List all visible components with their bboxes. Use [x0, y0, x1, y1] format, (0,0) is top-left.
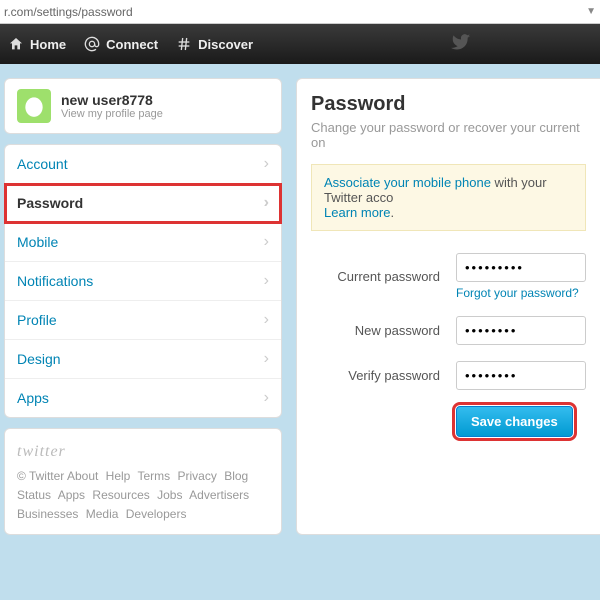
- nav-home-label: Home: [30, 37, 66, 52]
- current-password-row: Current password Forgot your password?: [311, 253, 586, 300]
- footer-link[interactable]: Help: [106, 469, 131, 483]
- verify-password-row: Verify password: [311, 361, 586, 390]
- forgot-password-link[interactable]: Forgot your password?: [456, 286, 586, 300]
- page-title: Password: [311, 93, 586, 116]
- footer-link[interactable]: Blog: [224, 469, 248, 483]
- sidebar-item-label: Notifications: [17, 273, 93, 289]
- sidebar-item-design[interactable]: Design ›: [5, 340, 281, 379]
- chevron-right-icon: ›: [264, 233, 269, 251]
- nav-connect-label: Connect: [106, 37, 158, 52]
- chevron-right-icon: ›: [264, 311, 269, 329]
- learn-more-link[interactable]: Learn more: [324, 205, 390, 220]
- at-icon: [84, 36, 100, 52]
- footer-links: © Twitter About Help Terms Privacy Blog …: [17, 467, 269, 525]
- verify-password-label: Verify password: [311, 368, 456, 383]
- footer-link[interactable]: Privacy: [178, 469, 217, 483]
- sidebar-item-account[interactable]: Account ›: [5, 145, 281, 184]
- profile-card[interactable]: new user8778 View my profile page: [4, 78, 282, 134]
- footer-copyright: © Twitter: [17, 469, 64, 483]
- sidebar-item-label: Mobile: [17, 234, 58, 250]
- nav-discover-label: Discover: [198, 37, 253, 52]
- footer-link[interactable]: About: [67, 469, 98, 483]
- dropdown-icon[interactable]: ▼: [586, 6, 596, 17]
- home-icon: [8, 36, 24, 52]
- footer-link[interactable]: Advertisers: [189, 488, 249, 502]
- mobile-alert: Associate your mobile phone with your Tw…: [311, 164, 586, 231]
- footer-link[interactable]: Apps: [58, 488, 85, 502]
- sidebar-item-label: Account: [17, 156, 68, 172]
- footer-link[interactable]: Businesses: [17, 507, 78, 521]
- chevron-right-icon: ›: [264, 194, 269, 212]
- sidebar-item-label: Profile: [17, 312, 57, 328]
- sidebar-item-password[interactable]: Password ›: [5, 184, 281, 223]
- new-password-row: New password: [311, 316, 586, 345]
- url-text: r.com/settings/password: [4, 5, 133, 19]
- sidebar-item-label: Apps: [17, 390, 49, 406]
- associate-phone-link[interactable]: Associate your mobile phone: [324, 175, 491, 190]
- sidebar-item-mobile[interactable]: Mobile ›: [5, 223, 281, 262]
- footer-logo: twitter: [17, 439, 269, 465]
- footer-link[interactable]: Resources: [92, 488, 149, 502]
- new-password-input[interactable]: [456, 316, 586, 345]
- sidebar-item-label: Design: [17, 351, 61, 367]
- bird-icon: [451, 32, 471, 57]
- content-area: new user8778 View my profile page Accoun…: [0, 64, 600, 549]
- footer-link[interactable]: Terms: [137, 469, 170, 483]
- save-changes-button[interactable]: Save changes: [456, 406, 573, 437]
- hash-icon: [176, 36, 192, 52]
- current-password-label: Current password: [311, 269, 456, 284]
- sidebar-item-label: Password: [17, 195, 83, 211]
- top-nav: Home Connect Discover: [0, 24, 600, 64]
- settings-nav: Account › Password › Mobile › Notificati…: [4, 144, 282, 418]
- footer-link[interactable]: Developers: [126, 507, 187, 521]
- avatar: [17, 89, 51, 123]
- sidebar-item-apps[interactable]: Apps ›: [5, 379, 281, 417]
- footer-card: twitter © Twitter About Help Terms Priva…: [4, 428, 282, 535]
- profile-view-link[interactable]: View my profile page: [61, 108, 163, 120]
- footer-link[interactable]: Jobs: [157, 488, 182, 502]
- chevron-right-icon: ›: [264, 155, 269, 173]
- left-column: new user8778 View my profile page Accoun…: [4, 78, 282, 535]
- main-panel: Password Change your password or recover…: [296, 78, 600, 535]
- nav-home[interactable]: Home: [8, 36, 66, 52]
- page-subtitle: Change your password or recover your cur…: [311, 120, 586, 150]
- sidebar-item-notifications[interactable]: Notifications ›: [5, 262, 281, 301]
- nav-discover[interactable]: Discover: [176, 36, 253, 52]
- chevron-right-icon: ›: [264, 350, 269, 368]
- current-password-input[interactable]: [456, 253, 586, 282]
- profile-name: new user8778: [61, 92, 163, 108]
- chevron-right-icon: ›: [264, 272, 269, 290]
- sidebar-item-profile[interactable]: Profile ›: [5, 301, 281, 340]
- footer-link[interactable]: Status: [17, 488, 51, 502]
- new-password-label: New password: [311, 323, 456, 338]
- address-bar[interactable]: r.com/settings/password ▼: [0, 0, 600, 24]
- nav-connect[interactable]: Connect: [84, 36, 158, 52]
- chevron-right-icon: ›: [264, 389, 269, 407]
- footer-link[interactable]: Media: [86, 507, 119, 521]
- verify-password-input[interactable]: [456, 361, 586, 390]
